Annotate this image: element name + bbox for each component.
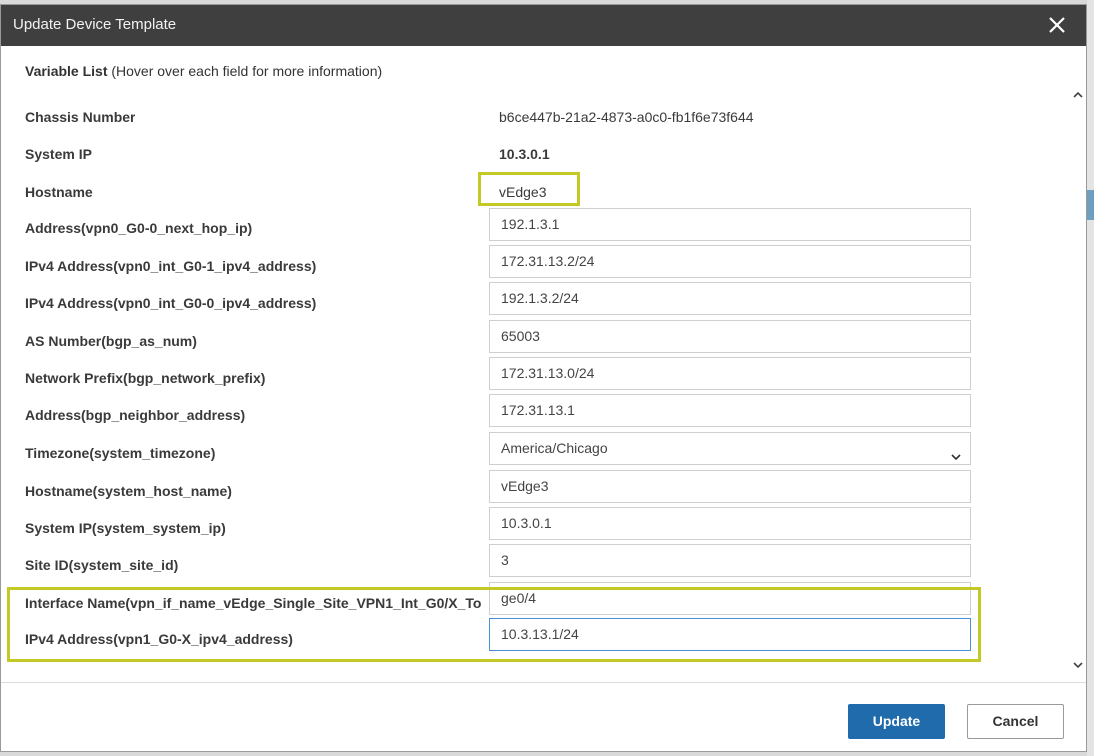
update-button[interactable]: Update	[848, 704, 945, 739]
vpn0-g0-0-ipv4-input[interactable]: 192.1.3.2/24	[489, 282, 971, 315]
bgp-network-prefix-input[interactable]: 172.31.13.0/24	[489, 357, 971, 390]
field-label: Address(vpn0_G0-0_next_hop_ip)	[25, 220, 253, 236]
hostname-highlight	[478, 172, 580, 206]
chevron-down-icon[interactable]	[1072, 658, 1084, 670]
variable-list-heading: Variable List (Hover over each field for…	[25, 63, 382, 79]
field-label: Site ID(system_site_id)	[25, 557, 179, 573]
field-label: System IP(system_system_ip)	[25, 520, 226, 536]
vpn0-g0-1-ipv4-input[interactable]: 172.31.13.2/24	[489, 245, 971, 278]
heading-title: Variable List	[25, 63, 108, 79]
system-system-ip-input[interactable]: 10.3.0.1	[489, 507, 971, 540]
field-label: AS Number(bgp_as_num)	[25, 333, 197, 349]
hostname-label: Hostname	[25, 184, 93, 200]
update-device-template-dialog: Update Device Template Variable List (Ho…	[0, 4, 1087, 752]
system-ip-label: System IP	[25, 146, 92, 162]
field-label: IPv4 Address(vpn0_int_G0-1_ipv4_address)	[25, 258, 317, 274]
dialog-titlebar: Update Device Template	[1, 5, 1086, 46]
system-host-name-input[interactable]: vEdge3	[489, 470, 971, 503]
field-label: Network Prefix(bgp_network_prefix)	[25, 370, 266, 386]
chevron-up-icon[interactable]	[1072, 88, 1084, 100]
variable-list-panel: Variable List (Hover over each field for…	[1, 46, 1086, 682]
dialog-footer: Update Cancel	[1, 682, 1086, 751]
bgp-as-num-input[interactable]: 65003	[489, 320, 971, 353]
field-label: IPv4 Address(vpn0_int_G0-0_ipv4_address)	[25, 295, 317, 311]
cancel-button[interactable]: Cancel	[967, 704, 1064, 739]
chevron-down-icon	[950, 443, 962, 461]
scrollbar[interactable]	[1068, 80, 1086, 680]
next-hop-ip-input[interactable]: 192.1.3.1	[489, 208, 971, 241]
system-site-id-input[interactable]: 3	[489, 544, 971, 577]
background-window-edge	[1087, 0, 1094, 756]
system-ip-value: 10.3.0.1	[499, 146, 550, 162]
dialog-title: Update Device Template	[13, 16, 177, 33]
background-accent	[1087, 190, 1094, 220]
field-label: Address(bgp_neighbor_address)	[25, 407, 246, 423]
field-label: Timezone(system_timezone)	[25, 445, 216, 461]
chassis-number-value: b6ce447b-21a2-4873-a0c0-fb1f6e73f644	[499, 109, 754, 125]
heading-note: (Hover over each field for more informat…	[111, 63, 383, 79]
field-label: Hostname(system_host_name)	[25, 483, 232, 499]
bgp-neighbor-address-input[interactable]: 172.31.13.1	[489, 394, 971, 427]
timezone-selected-value: America/Chicago	[501, 440, 608, 456]
interface-fields-highlight	[7, 587, 981, 662]
close-icon[interactable]	[1046, 14, 1068, 36]
timezone-select[interactable]: America/Chicago	[489, 432, 971, 465]
chassis-number-label: Chassis Number	[25, 109, 136, 125]
